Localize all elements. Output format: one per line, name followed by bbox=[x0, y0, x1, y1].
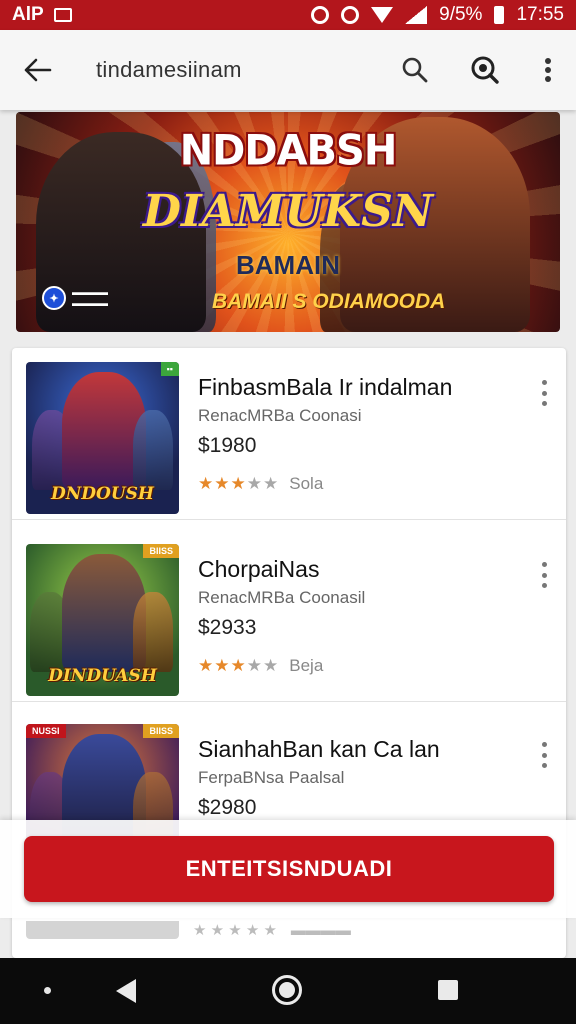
search-button[interactable] bbox=[380, 30, 450, 110]
publisher-logo-icon: ▬▬▬▬ ▬▬▬▬ bbox=[72, 287, 108, 308]
more-vert-icon bbox=[545, 58, 551, 82]
banner-subtitle: BAMAIN bbox=[236, 250, 340, 280]
list-item[interactable]: BIISS DINDUASH ChorpaiNas RenacMRBa Coon… bbox=[12, 530, 566, 702]
game-thumbnail[interactable]: BIISS DINDUASH bbox=[26, 544, 179, 696]
cta-bar: ENTEITSISNDUADI bbox=[0, 820, 576, 918]
thumbnail-badge: NUSSI bbox=[26, 724, 66, 738]
game-price: $1980 bbox=[198, 434, 257, 457]
rating: ★ ★ ★ ★ ★ bbox=[193, 922, 277, 939]
item-more-button[interactable] bbox=[532, 378, 556, 408]
status-carrier-text: AlP bbox=[12, 4, 44, 25]
item-more-button[interactable] bbox=[532, 560, 556, 590]
nav-recents-icon[interactable] bbox=[438, 980, 458, 1000]
banner-badge: ✦ ▬▬▬▬ ▬▬▬▬ bbox=[42, 286, 108, 310]
battery-percent: 9/5% bbox=[439, 4, 483, 25]
game-price: $2933 bbox=[198, 616, 257, 639]
clock: 17:55 bbox=[516, 4, 564, 25]
item-more-button[interactable] bbox=[532, 740, 556, 770]
star-filled-icon: ★ bbox=[214, 656, 230, 675]
game-developer: FerpaBNsa Paalsal bbox=[198, 768, 345, 787]
search-icon bbox=[402, 57, 428, 83]
star-filled-icon: ★ bbox=[198, 656, 214, 675]
star-filled-icon: ★ bbox=[214, 474, 230, 493]
featured-banner[interactable]: NDDABSH DIAMUKSN BAMAIN BAMAII S ODIAMOO… bbox=[16, 112, 560, 332]
zoom-button[interactable] bbox=[450, 30, 520, 110]
banner-logo: DIAMUKSN bbox=[142, 186, 434, 237]
thumbnail-badge: ▪▪ bbox=[160, 362, 179, 376]
game-info: FinbasmBala Ir indalman RenacMRBa Coonas… bbox=[198, 372, 518, 494]
game-info: ChorpaiNas RenacMRBa Coonasil $2933 ★ ★ … bbox=[198, 554, 518, 676]
app-bar: tindamesiinam bbox=[0, 30, 576, 110]
nav-home-icon[interactable] bbox=[272, 975, 302, 1005]
star-empty-icon: ★ bbox=[263, 656, 279, 675]
thumbnail-character bbox=[133, 410, 173, 490]
nav-back-icon[interactable] bbox=[116, 979, 136, 1003]
list-item[interactable]: ▪▪ DNDOUSH FinbasmBala Ir indalman Renac… bbox=[12, 348, 566, 520]
star-empty-icon: ★ bbox=[246, 474, 262, 493]
thumbnail-character bbox=[133, 592, 173, 672]
game-info: SianhahBan kan Ca lan FerpaBNsa Paalsal … bbox=[198, 734, 518, 820]
primary-action-button[interactable]: ENTEITSISNDUADI bbox=[24, 836, 554, 902]
game-developer: RenacMRBa Coonasil bbox=[198, 588, 366, 607]
star-empty-icon: ★ bbox=[263, 474, 279, 493]
star-filled-icon: ★ bbox=[230, 474, 246, 493]
list-item-faded: ★ ★ ★ ★ ★ ▬▬▬▬ bbox=[26, 920, 552, 940]
banner-title: NDDABSH bbox=[179, 126, 398, 176]
star-filled-icon: ★ bbox=[198, 474, 214, 493]
rating-label: ▬▬▬▬ bbox=[290, 921, 351, 939]
game-title: FinbasmBala Ir indalman bbox=[198, 374, 453, 400]
battery-icon bbox=[494, 6, 505, 24]
signal-icon bbox=[405, 6, 428, 24]
sync-icon bbox=[341, 6, 360, 24]
status-bar: AlP 9/5% 17:55 bbox=[0, 0, 576, 30]
thumbnail-badge: BIISS bbox=[143, 544, 179, 558]
publisher-logo-icon: ✦ bbox=[42, 286, 66, 310]
game-title: SianhahBan kan Ca lan bbox=[198, 736, 440, 762]
game-price: $2980 bbox=[198, 796, 257, 819]
star-filled-icon: ★ bbox=[230, 656, 246, 675]
more-options-button[interactable] bbox=[520, 30, 576, 110]
image-notification-icon bbox=[53, 8, 72, 22]
page-title: tindamesiinam bbox=[96, 57, 242, 82]
rating-label: Sola bbox=[289, 474, 324, 493]
nav-indicator-icon bbox=[44, 987, 51, 994]
rating: ★ ★ ★ ★ ★ Beja bbox=[198, 656, 518, 676]
zoom-icon bbox=[471, 56, 499, 84]
rating-label: Beja bbox=[289, 656, 324, 675]
star-empty-icon: ★ bbox=[246, 656, 262, 675]
game-developer: RenacMRBa Coonasi bbox=[198, 406, 362, 425]
wifi-icon bbox=[371, 7, 394, 23]
thumbnail-logo: DNDOUSH bbox=[51, 484, 154, 504]
alarm-icon bbox=[311, 6, 330, 24]
banner-tagline: BAMAII S ODIAMOODA bbox=[212, 290, 446, 313]
back-button[interactable] bbox=[0, 30, 76, 110]
rating: ★ ★ ★ ★ ★ Sola bbox=[198, 474, 518, 494]
game-title: ChorpaiNas bbox=[198, 556, 320, 582]
game-thumbnail bbox=[26, 921, 179, 939]
game-thumbnail[interactable]: ▪▪ DNDOUSH bbox=[26, 362, 179, 514]
thumbnail-logo: DINDUASH bbox=[48, 666, 157, 686]
thumbnail-badge: BIISS bbox=[143, 724, 179, 738]
back-arrow-icon bbox=[24, 58, 52, 82]
system-nav-bar bbox=[0, 958, 576, 1024]
